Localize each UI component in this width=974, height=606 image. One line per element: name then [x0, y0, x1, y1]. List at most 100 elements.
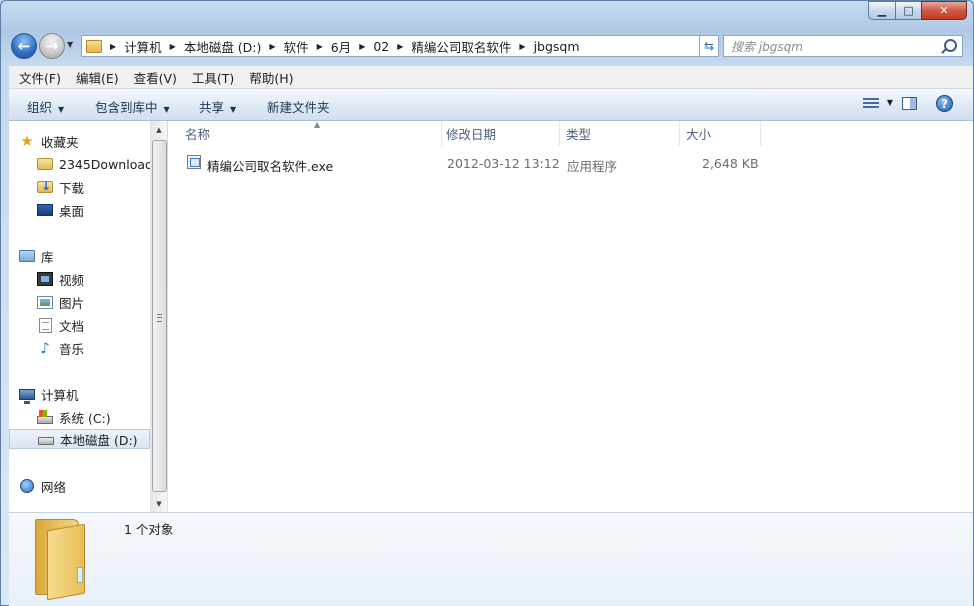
- include-in-library-label: 包含到库中: [95, 100, 158, 115]
- nav-documents[interactable]: 文档: [37, 315, 150, 335]
- nav-downloads[interactable]: 下载: [37, 177, 150, 197]
- breadcrumb-jbgsqm[interactable]: jbgsqm: [530, 39, 584, 54]
- breadcrumb-app-folder[interactable]: 精编公司取名软件: [407, 37, 515, 56]
- breadcrumb-02[interactable]: 02: [369, 39, 393, 54]
- nav-videos-label: 视频: [59, 272, 85, 288]
- nav-pane-scrollbar[interactable]: ▲ ▼: [150, 121, 167, 512]
- chevron-down-icon: ▼: [230, 105, 237, 114]
- column-header-size[interactable]: 大小: [679, 121, 761, 146]
- scroll-up-icon[interactable]: ▲: [151, 121, 167, 138]
- file-type: 应用程序: [567, 159, 618, 174]
- nav-pictures-label: 图片: [59, 295, 85, 311]
- navigation-bar: ← → ▼ ▶ 计算机 ▶ 本地磁盘 (D:) ▶ 软件 ▶ 6月 ▶ 02 ▶…: [9, 32, 969, 60]
- help-icon[interactable]: ?: [936, 95, 953, 112]
- preview-pane-icon[interactable]: [902, 97, 917, 110]
- breadcrumb-software[interactable]: 软件: [280, 37, 313, 56]
- application-icon: [187, 155, 201, 169]
- search-icon[interactable]: [944, 39, 957, 52]
- chevron-down-icon: ▼: [58, 105, 65, 114]
- menu-view[interactable]: 查看(V): [129, 68, 182, 87]
- command-bar: 组织 ▼ 包含到库中 ▼ 共享 ▼ 新建文件夹 ▼ ?: [9, 89, 973, 121]
- menu-bar: 文件(F) 编辑(E) 查看(V) 工具(T) 帮助(H): [9, 66, 973, 89]
- organize-label: 组织: [27, 100, 53, 115]
- file-list: 名称 ▲ 修改日期 类型 大小 精编公司取名软件.exe 2012-03-12 …: [168, 120, 973, 512]
- nav-desktop-label: 桌面: [59, 203, 85, 219]
- close-button[interactable]: ✕: [921, 1, 967, 20]
- share-button[interactable]: 共享 ▼: [199, 97, 236, 116]
- nav-drive-c[interactable]: 系统 (C:): [37, 407, 150, 427]
- chevron-right-icon[interactable]: ▶: [265, 42, 279, 51]
- menu-file[interactable]: 文件(F): [14, 68, 66, 87]
- column-header-type[interactable]: 类型: [559, 121, 680, 146]
- chevron-right-icon[interactable]: ▶: [166, 42, 180, 51]
- nav-computer-label: 计算机: [41, 387, 79, 403]
- nav-favorites-label: 收藏夹: [41, 134, 79, 150]
- sort-ascending-icon: ▲: [314, 120, 321, 129]
- grip-icon: [157, 314, 162, 322]
- menu-edit[interactable]: 编辑(E): [71, 68, 124, 87]
- star-icon: ★: [20, 132, 34, 150]
- navigation-pane: ★ 收藏夹 2345Downloads 下载 桌面 库 视频 图片: [9, 121, 150, 512]
- nav-favorites[interactable]: ★ 收藏夹: [19, 131, 150, 151]
- menu-help[interactable]: 帮助(H): [244, 68, 298, 87]
- new-folder-button[interactable]: 新建文件夹: [267, 97, 330, 116]
- menu-tools[interactable]: 工具(T): [187, 68, 239, 87]
- refresh-button[interactable]: ⇆: [699, 35, 719, 57]
- forward-button[interactable]: →: [39, 33, 65, 59]
- search-input[interactable]: [729, 38, 938, 56]
- nav-drive-c-label: 系统 (C:): [59, 410, 111, 426]
- organize-button[interactable]: 组织 ▼: [27, 97, 64, 116]
- file-modified: 2012-03-12 13:12: [447, 156, 560, 171]
- explorer-window: ▁ □ ✕ ← → ▼ ▶ 计算机 ▶ 本地磁盘 (D:) ▶ 软件 ▶ 6月 …: [0, 0, 974, 606]
- item-count: 1 个对象: [124, 522, 174, 537]
- nav-2345downloads-label: 2345Downloads: [59, 156, 150, 172]
- folder-icon: [35, 519, 105, 601]
- nav-documents-label: 文档: [59, 318, 85, 334]
- file-name[interactable]: 精编公司取名软件.exe: [207, 156, 333, 175]
- nav-music-label: 音乐: [59, 341, 85, 357]
- nav-computer[interactable]: 计算机: [19, 384, 150, 404]
- video-icon: [37, 272, 53, 286]
- nav-videos[interactable]: 视频: [37, 269, 150, 289]
- nav-network[interactable]: 网络: [19, 476, 150, 496]
- nav-downloads-label: 下载: [59, 180, 85, 196]
- chevron-right-icon[interactable]: ▶: [355, 42, 369, 51]
- search-box[interactable]: [723, 35, 963, 57]
- address-bar[interactable]: ▶ 计算机 ▶ 本地磁盘 (D:) ▶ 软件 ▶ 6月 ▶ 02 ▶ 精编公司取…: [81, 35, 717, 57]
- details-pane: 1 个对象: [9, 512, 973, 606]
- nav-network-label: 网络: [41, 479, 67, 495]
- nav-libraries[interactable]: 库: [19, 246, 150, 266]
- column-header-name[interactable]: 名称 ▲: [178, 120, 442, 146]
- file-size: 2,648 KB: [702, 156, 759, 171]
- nav-drive-d-label: 本地磁盘 (D:): [60, 432, 138, 448]
- chevron-down-icon: ▼: [163, 105, 170, 114]
- nav-music[interactable]: ♪ 音乐: [37, 338, 150, 358]
- column-header-modified[interactable]: 修改日期: [439, 121, 560, 146]
- column-header-name-label: 名称: [185, 127, 211, 142]
- breadcrumb-june[interactable]: 6月: [327, 37, 355, 56]
- breadcrumb-drive-d[interactable]: 本地磁盘 (D:): [180, 37, 266, 56]
- chevron-right-icon[interactable]: ▶: [515, 42, 529, 51]
- caption-buttons: ▁ □ ✕: [868, 1, 967, 20]
- nav-2345downloads[interactable]: 2345Downloads: [37, 154, 150, 174]
- back-button[interactable]: ←: [11, 33, 37, 59]
- include-in-library-button[interactable]: 包含到库中 ▼: [95, 97, 170, 116]
- pictures-icon: [37, 295, 53, 309]
- folder-icon: [37, 158, 53, 170]
- table-row[interactable]: 精编公司取名软件.exe 2012-03-12 13:12 应用程序 2,648…: [181, 153, 761, 175]
- scrollbar-thumb[interactable]: [152, 140, 167, 492]
- hard-drive-icon: [38, 437, 54, 445]
- nav-desktop[interactable]: 桌面: [37, 200, 150, 220]
- chevron-right-icon[interactable]: ▶: [313, 42, 327, 51]
- chevron-right-icon[interactable]: ▶: [106, 42, 120, 51]
- nav-pictures[interactable]: 图片: [37, 292, 150, 312]
- recent-pages-dropdown-icon[interactable]: ▼: [67, 40, 73, 49]
- maximize-button[interactable]: □: [895, 1, 921, 20]
- change-view-icon[interactable]: [863, 98, 879, 110]
- breadcrumb-computer[interactable]: 计算机: [120, 37, 166, 56]
- chevron-down-icon[interactable]: ▼: [887, 98, 893, 107]
- minimize-button[interactable]: ▁: [868, 1, 895, 20]
- scroll-down-icon[interactable]: ▼: [151, 495, 167, 512]
- nav-drive-d[interactable]: 本地磁盘 (D:): [9, 429, 150, 449]
- chevron-right-icon[interactable]: ▶: [393, 42, 407, 51]
